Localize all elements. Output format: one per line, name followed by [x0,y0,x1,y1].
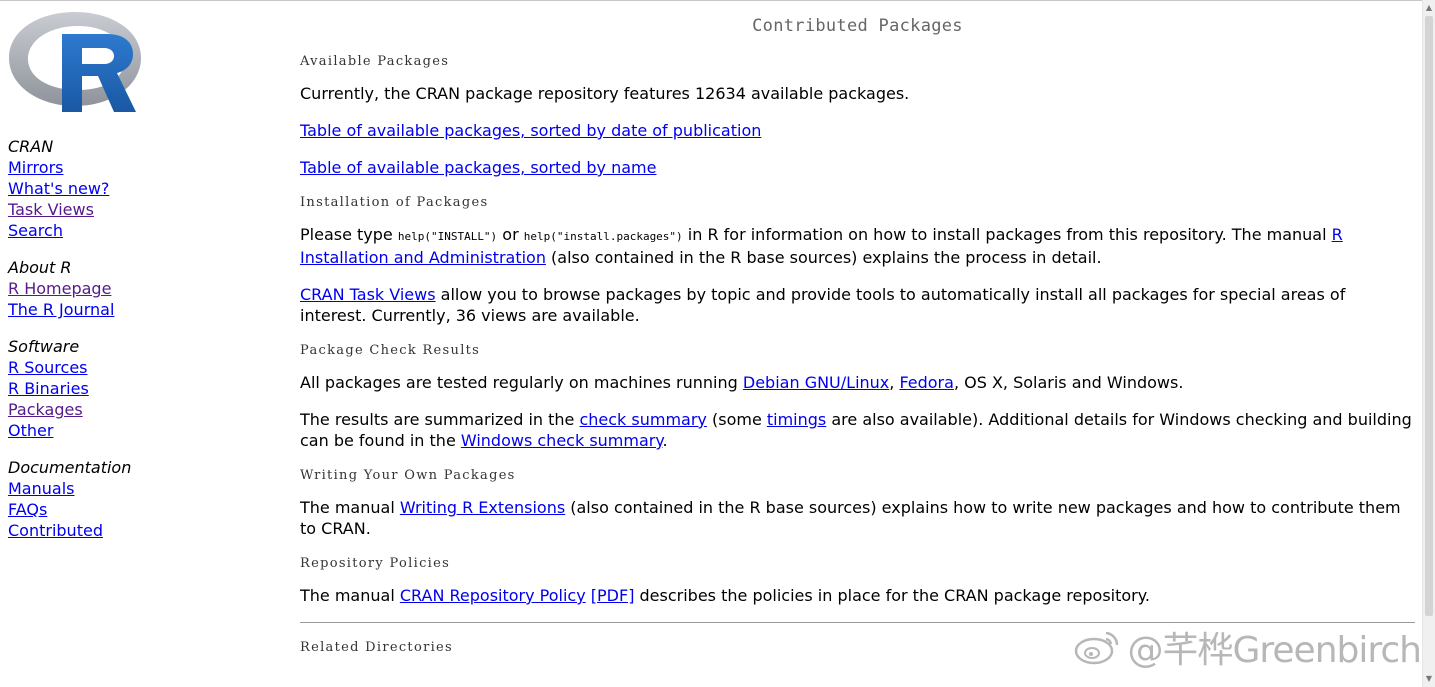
text: The manual [300,586,400,605]
section-heading-installation: Installation of Packages [300,195,489,210]
scroll-down-icon[interactable]: ▼ [1423,672,1435,686]
text: The manual [300,498,400,517]
sidebar-link-r-journal[interactable]: The R Journal [8,299,114,320]
text: . [662,431,668,450]
section-heading-available: Available Packages [300,54,450,69]
sidebar-link-task-views[interactable]: Task Views [8,199,94,220]
r-logo-icon[interactable] [8,10,142,114]
sidebar-link-r-sources[interactable]: R Sources [8,357,88,378]
taskviews-paragraph: CRAN Task Views allow you to browse pack… [300,284,1413,326]
sidebar-link-packages[interactable]: Packages [8,399,83,420]
watermark-text: @芊桦Greenbirch [1127,630,1422,671]
sidebar-group-software: Software R Sources R Binaries Packages O… [8,336,248,441]
section-heading-policies: Repository Policies [300,556,451,571]
sidebar-group-title: CRAN [8,137,54,156]
section-heading-checks: Package Check Results [300,343,481,358]
text: in R for information on how to install p… [682,225,1332,244]
link-timings[interactable]: timings [767,410,826,429]
text: (some [706,410,767,429]
sidebar-group-title: About R [8,258,72,277]
main-content: Contributed Packages Available Packages … [300,12,1415,669]
sidebar-group-title: Software [8,337,80,356]
link-check-summary[interactable]: check summary [579,410,706,429]
link-windows-check-summary[interactable]: Windows check summary [461,431,663,450]
sidebar-group-about-r: About R R Homepage The R Journal [8,257,248,320]
text: , OS X, Solaris and Windows. [953,373,1184,392]
text: describes the policies in place for the … [634,586,1151,605]
installation-paragraph: Please type help("INSTALL") or help("ins… [300,224,1413,268]
code-help-install: help("INSTALL") [397,230,498,243]
sidebar-nav: CRAN Mirrors What's new? Task Views Sear… [8,136,248,557]
link-packages-by-date[interactable]: Table of available packages, sorted by d… [300,121,761,140]
watermark: @芊桦Greenbirch [1074,621,1422,673]
page-title: Contributed Packages [752,16,963,36]
scroll-up-icon[interactable]: ▲ [1423,1,1435,15]
link-cran-task-views[interactable]: CRAN Task Views [300,285,436,304]
link-policy-pdf[interactable]: [PDF] [591,586,635,605]
link-packages-by-name[interactable]: Table of available packages, sorted by n… [300,158,656,177]
sidebar-group-cran: CRAN Mirrors What's new? Task Views Sear… [8,136,248,241]
text: The results are summarized in the [300,410,580,429]
weibo-icon [1074,631,1118,665]
sidebar-group-title: Documentation [8,458,132,477]
sidebar-link-mirrors[interactable]: Mirrors [8,157,63,178]
scrollbar-thumb[interactable] [1425,16,1433,616]
text: (also contained in the R base sources) e… [545,248,1102,267]
window-top-border [0,0,1435,1]
sidebar-link-search[interactable]: Search [8,220,63,241]
text: All packages are tested regularly on mac… [300,373,743,392]
sidebar-link-faqs[interactable]: FAQs [8,499,47,520]
policies-paragraph: The manual CRAN Repository Policy [PDF] … [300,585,1413,606]
sidebar-link-contributed[interactable]: Contributed [8,520,103,541]
text: or [497,225,524,244]
checks-paragraph-1: All packages are tested regularly on mac… [300,372,1413,393]
text: allow you to browse packages by topic an… [300,285,1346,325]
link-writing-r-extensions[interactable]: Writing R Extensions [400,498,565,517]
code-help-install-packages: help("install.packages") [523,230,683,243]
sidebar-link-r-homepage[interactable]: R Homepage [8,278,111,299]
paragraph: Table of available packages, sorted by n… [300,157,1413,178]
link-repository-policy[interactable]: CRAN Repository Policy [400,586,586,605]
vertical-scrollbar[interactable]: ▲ ▼ [1422,0,1435,687]
link-debian[interactable]: Debian GNU/Linux [743,373,889,392]
text: Please type [300,225,398,244]
sidebar-link-whats-new[interactable]: What's new? [8,178,109,199]
checks-paragraph-2: The results are summarized in the check … [300,409,1413,451]
section-heading-writing: Writing Your Own Packages [300,468,516,483]
writing-paragraph: The manual Writing R Extensions (also co… [300,497,1413,539]
paragraph: Table of available packages, sorted by d… [300,120,1413,141]
sidebar-link-r-binaries[interactable]: R Binaries [8,378,89,399]
available-intro: Currently, the CRAN package repository f… [300,84,910,103]
sidebar-group-documentation: Documentation Manuals FAQs Contributed [8,457,248,541]
text: , [889,373,900,392]
sidebar-link-other[interactable]: Other [8,420,53,441]
sidebar-link-manuals[interactable]: Manuals [8,478,74,499]
link-fedora[interactable]: Fedora [899,373,954,392]
